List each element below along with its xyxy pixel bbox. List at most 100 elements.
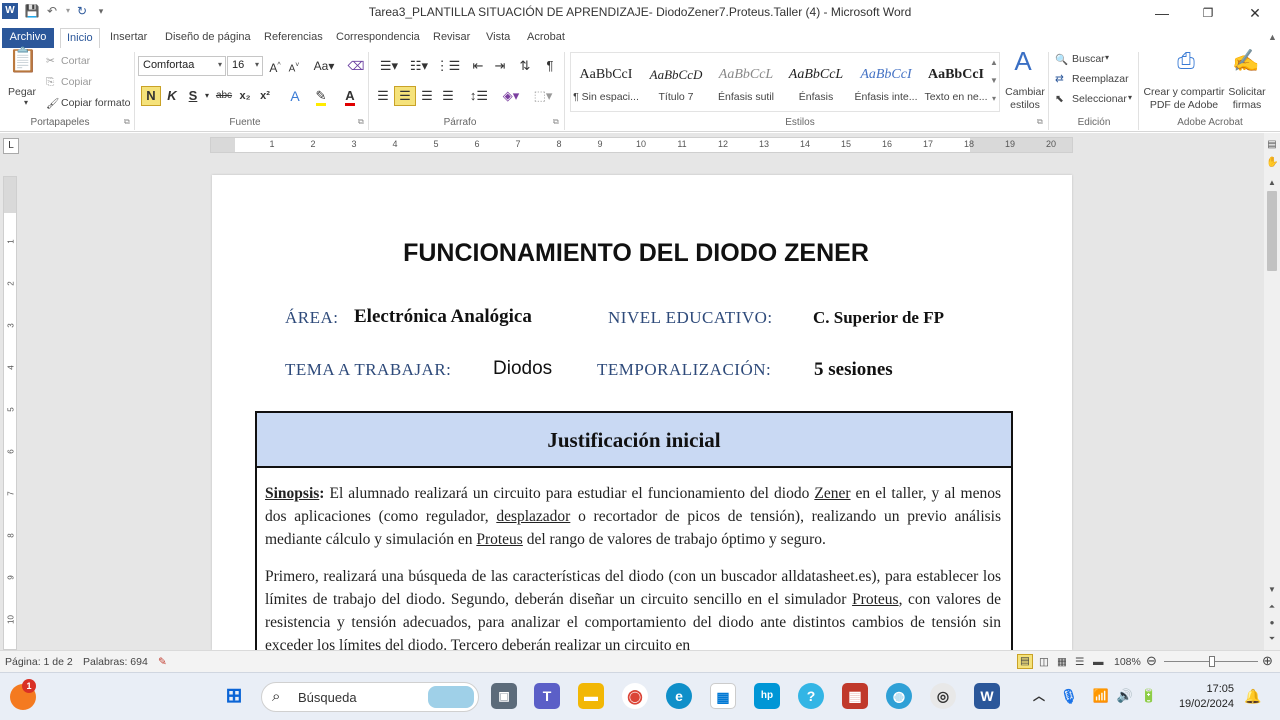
clipboard-launcher-icon[interactable]: ⧉ [124, 117, 130, 127]
align-left-icon[interactable]: ☰ [373, 87, 393, 105]
line-spacing-icon[interactable]: ↕☰ [466, 87, 492, 105]
app-icon[interactable]: ◎ [930, 683, 956, 709]
scroll-up-icon[interactable]: ▲ [1266, 177, 1278, 189]
pan-hand-icon[interactable]: ✋ [1266, 157, 1278, 169]
chrome-icon[interactable]: ◉ [622, 683, 648, 709]
styles-scroll-up-icon[interactable]: ▲ [989, 54, 999, 72]
zoom-in-icon[interactable]: ⊕ [1262, 653, 1273, 669]
chevron-down-icon[interactable]: ▾ [1105, 53, 1109, 62]
chevron-down-icon[interactable]: ▾ [1128, 93, 1132, 102]
align-center-icon[interactable]: ☰ [394, 86, 416, 106]
font-launcher-icon[interactable]: ⧉ [358, 117, 364, 127]
create-pdf-icon[interactable]: ⎙ [1172, 50, 1200, 82]
tab-correspondencia[interactable]: Correspondencia [330, 28, 426, 48]
request-signatures-icon[interactable]: ✍ [1232, 50, 1260, 82]
paste-icon[interactable]: 📋 [8, 49, 38, 82]
draft-icon[interactable]: ▬ [1093, 656, 1104, 668]
style-enfasis[interactable]: AaBbCcL Énfasis [781, 61, 851, 113]
tab-selector[interactable]: L [3, 138, 19, 154]
document-page[interactable]: FUNCIONAMIENTO DEL DIODO ZENER ÁREA: Ele… [212, 175, 1072, 650]
underline-dropdown-icon[interactable]: ▾ [202, 87, 212, 105]
format-painter-button[interactable]: Copiar formato [61, 97, 130, 109]
request-signatures-button[interactable]: Solicitar firmas [1226, 86, 1268, 112]
browse-object-icon[interactable]: ● [1266, 617, 1278, 629]
scroll-thumb[interactable] [1267, 191, 1277, 271]
font-color-icon[interactable]: A [340, 87, 360, 106]
edge-icon[interactable]: e [666, 683, 692, 709]
ruler-toggle-icon[interactable]: ▤ [1266, 139, 1278, 151]
shading-icon[interactable]: ◈▾ [498, 87, 524, 105]
tab-diseno-pagina[interactable]: Diseño de página [159, 28, 257, 48]
tab-revisar[interactable]: Revisar [427, 28, 476, 48]
tab-acrobat[interactable]: Acrobat [521, 28, 571, 48]
zoom-out-icon[interactable]: ⊖ [1146, 653, 1157, 669]
word-count[interactable]: Palabras: 694 [83, 656, 148, 668]
tab-vista[interactable]: Vista [480, 28, 516, 48]
hp-icon[interactable]: hp [754, 683, 780, 709]
notifications-icon[interactable]: 🔔 [1240, 683, 1266, 709]
next-page-icon[interactable]: ⏷ [1266, 633, 1278, 645]
decrease-indent-icon[interactable]: ⇤ [468, 57, 488, 75]
highlight-color-icon[interactable]: ✎ [310, 87, 332, 106]
store-icon[interactable]: ▦ [710, 683, 736, 709]
teams-icon[interactable]: T [534, 683, 560, 709]
superscript-button[interactable]: x² [256, 87, 274, 105]
chevron-up-icon[interactable]: ︿ [1026, 683, 1052, 709]
tab-insertar[interactable]: Insertar [104, 28, 153, 48]
zoom-level[interactable]: 108% [1114, 656, 1141, 668]
numbering-icon[interactable]: ☷▾ [405, 57, 433, 75]
paste-button[interactable]: Pegar [8, 86, 36, 98]
font-family-select[interactable]: Comfortaa ▾ [138, 56, 226, 76]
minimize-button[interactable]: — [1139, 0, 1185, 26]
change-styles-icon[interactable]: A [1008, 48, 1038, 82]
page-count[interactable]: Página: 1 de 2 [5, 656, 73, 668]
copy-button[interactable]: Copiar [61, 76, 92, 88]
style-enfasis-intenso[interactable]: AaBbCcI Énfasis inte... [851, 61, 921, 113]
wifi-icon[interactable]: 📶 [1088, 683, 1114, 709]
style-texto-negrita[interactable]: AaBbCcI Texto en ne... [921, 61, 991, 113]
tab-referencias[interactable]: Referencias [258, 28, 329, 48]
sort-icon[interactable]: ⇅ [515, 57, 535, 75]
vertical-scrollbar[interactable]: ▤ ✋ ▲ ▼ ⏶ ● ⏷ [1264, 133, 1280, 650]
styles-more-icon[interactable]: ▾ [989, 90, 999, 108]
style-sin-espaciado[interactable]: AaBbCcI ¶ Sin espaci... [571, 61, 641, 113]
scroll-down-icon[interactable]: ▼ [1266, 584, 1278, 596]
task-view-icon[interactable]: ▣ [491, 683, 517, 709]
multilevel-list-icon[interactable]: ⋮☰ [434, 57, 462, 75]
search-box[interactable]: ⌕ Búsqueda [261, 682, 479, 712]
strikethrough-button[interactable]: abc [214, 87, 234, 105]
increase-indent-icon[interactable]: ⇥ [490, 57, 510, 75]
align-right-icon[interactable]: ☰ [417, 87, 437, 105]
change-case-icon[interactable]: Aa▾ [313, 57, 335, 75]
italic-button[interactable]: K [163, 87, 181, 105]
text-effects-icon[interactable]: A [284, 87, 306, 105]
start-icon[interactable]: ⊞ [221, 683, 247, 709]
underline-button[interactable]: S [184, 87, 202, 105]
styles-launcher-icon[interactable]: ⧉ [1037, 117, 1043, 127]
show-marks-icon[interactable]: ¶ [541, 57, 559, 75]
bullets-icon[interactable]: ☰▾ [375, 57, 403, 75]
full-screen-reading-icon[interactable]: ◫ [1039, 656, 1049, 668]
find-button[interactable]: Buscar [1072, 53, 1105, 65]
subscript-button[interactable]: x₂ [236, 87, 254, 105]
bold-button[interactable]: N [141, 86, 161, 106]
close-button[interactable]: ✕ [1232, 0, 1278, 26]
style-enfasis-sutil[interactable]: AaBbCcL Énfasis sutil [711, 61, 781, 113]
proofing-icon[interactable]: ✎ [158, 656, 167, 668]
word-taskbar-icon[interactable]: W [974, 683, 1000, 709]
paste-dropdown-icon[interactable]: ▾ [24, 98, 28, 107]
shrink-font-icon[interactable]: A˅ [286, 57, 302, 78]
styles-scroll-down-icon[interactable]: ▼ [989, 72, 999, 90]
outline-icon[interactable]: ☰ [1075, 656, 1084, 668]
clock[interactable]: 17:05 19/02/2024 [1174, 682, 1234, 712]
volume-icon[interactable]: 🔊 [1112, 683, 1138, 709]
print-layout-icon[interactable]: ▤ [1017, 654, 1033, 669]
font-size-select[interactable]: 16 ▾ [227, 56, 263, 76]
paragraph-launcher-icon[interactable]: ⧉ [553, 117, 559, 127]
style-titulo-7[interactable]: AaBbCcD Título 7 [641, 61, 711, 113]
create-share-pdf-button[interactable]: Crear y compartir PDF de Adobe [1142, 86, 1226, 112]
calculator-icon[interactable]: ▦ [842, 683, 868, 709]
battery-icon[interactable]: 🔋 [1136, 683, 1162, 709]
clear-format-icon[interactable]: ⌫ [346, 57, 366, 75]
restore-button[interactable]: ❐ [1185, 0, 1231, 26]
